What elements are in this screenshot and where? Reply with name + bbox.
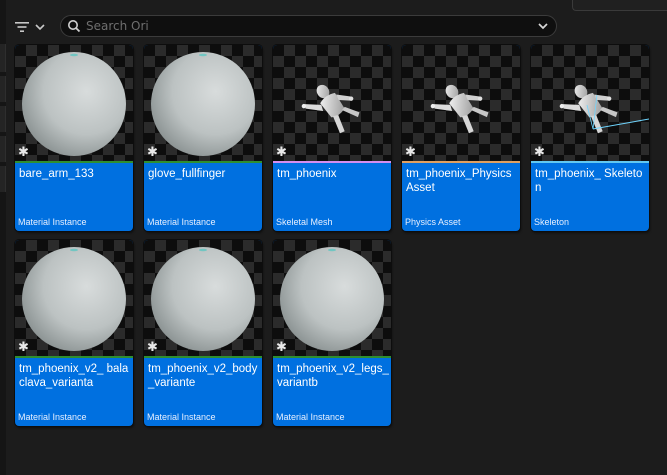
asset-type-color-bar [144,356,262,358]
panel-corner [572,0,667,11]
sphere-preview [22,247,126,351]
asset-tile[interactable]: ✱ tm_phoenix_v2_body _variante Material … [144,240,262,426]
asset-name: tm_phoenix [277,168,337,180]
asset-star-icon: ✱ [18,145,29,160]
asset-tile[interactable]: ✱ tm_phoenix Skeletal Mesh [273,45,391,231]
asset-thumbnail [402,45,520,161]
content-browser: ✱ bare_arm_133 Material Instance ✱ glove… [0,0,667,475]
asset-type: Material Instance [276,412,345,422]
asset-thumbnail [15,45,133,161]
asset-star-icon: ✱ [276,145,287,160]
asset-type-color-bar [402,161,520,163]
asset-thumbnail [273,240,391,356]
asset-thumbnail [144,45,262,161]
sphere-preview [151,247,255,351]
asset-tile[interactable]: ✱ tm_phoenix_ Skeleton Skeleton [531,45,649,231]
asset-type: Material Instance [18,217,87,227]
asset-star-icon: ✱ [147,340,158,355]
left-panel-strip [0,0,6,475]
side-tab[interactable] [0,106,6,132]
asset-name: tm_phoenix_Physics Asset [406,168,512,194]
character-preview [297,73,367,144]
asset-type-color-bar [531,161,649,163]
asset-star-icon: ✱ [276,340,287,355]
asset-star-icon: ✱ [534,145,545,160]
sphere-preview [280,247,384,351]
asset-tile[interactable]: ✱ tm_phoenix_Physics Asset Physics Asset [402,45,520,231]
skeleton-preview [555,73,649,144]
asset-thumbnail [273,45,391,161]
asset-name: glove_fullfinger [148,168,226,180]
asset-type: Physics Asset [405,217,461,227]
asset-tile[interactable]: ✱ tm_phoenix_v2_ balaclava_varianta Mate… [15,240,133,426]
asset-type-color-bar [15,161,133,163]
search-box[interactable] [60,15,557,37]
chevron-down-icon [35,24,45,31]
character-preview [426,73,496,144]
search-options-chevron-icon[interactable] [537,21,549,31]
side-tab[interactable] [0,76,6,102]
asset-tile[interactable]: ✱ glove_fullfinger Material Instance [144,45,262,231]
search-icon [68,20,81,33]
asset-name: tm_phoenix_v2_body _variante [148,363,258,389]
asset-type: Skeleton [534,217,570,227]
filter-button[interactable] [14,16,54,38]
asset-type: Material Instance [18,412,87,422]
filter-lines-icon [15,22,29,32]
asset-tile[interactable]: ✱ tm_phoenix_v2_legs_ variantb Material … [273,240,391,426]
asset-star-icon: ✱ [405,145,416,160]
asset-type: Material Instance [147,412,216,422]
asset-type-color-bar [273,161,391,163]
asset-type-color-bar [144,161,262,163]
asset-name: tm_phoenix_ Skeleton [535,168,643,194]
asset-tile[interactable]: ✱ bare_arm_133 Material Instance [15,45,133,231]
asset-type: Material Instance [147,217,216,227]
sphere-preview [151,52,255,156]
side-tab[interactable] [0,166,6,192]
asset-thumbnail [531,45,649,161]
asset-thumbnail [15,240,133,356]
search-input[interactable] [86,17,526,35]
asset-name: bare_arm_133 [19,168,94,180]
sphere-preview [22,52,126,156]
asset-thumbnail [144,240,262,356]
asset-name: tm_phoenix_v2_ balaclava_varianta [19,363,129,389]
side-tab[interactable] [0,44,6,72]
asset-type-color-bar [273,356,391,358]
asset-star-icon: ✱ [147,145,158,160]
asset-star-icon: ✱ [18,340,29,355]
side-tab[interactable] [0,136,6,162]
asset-type-color-bar [15,356,133,358]
asset-type: Skeletal Mesh [276,217,333,227]
asset-name: tm_phoenix_v2_legs_ variantb [277,363,389,389]
